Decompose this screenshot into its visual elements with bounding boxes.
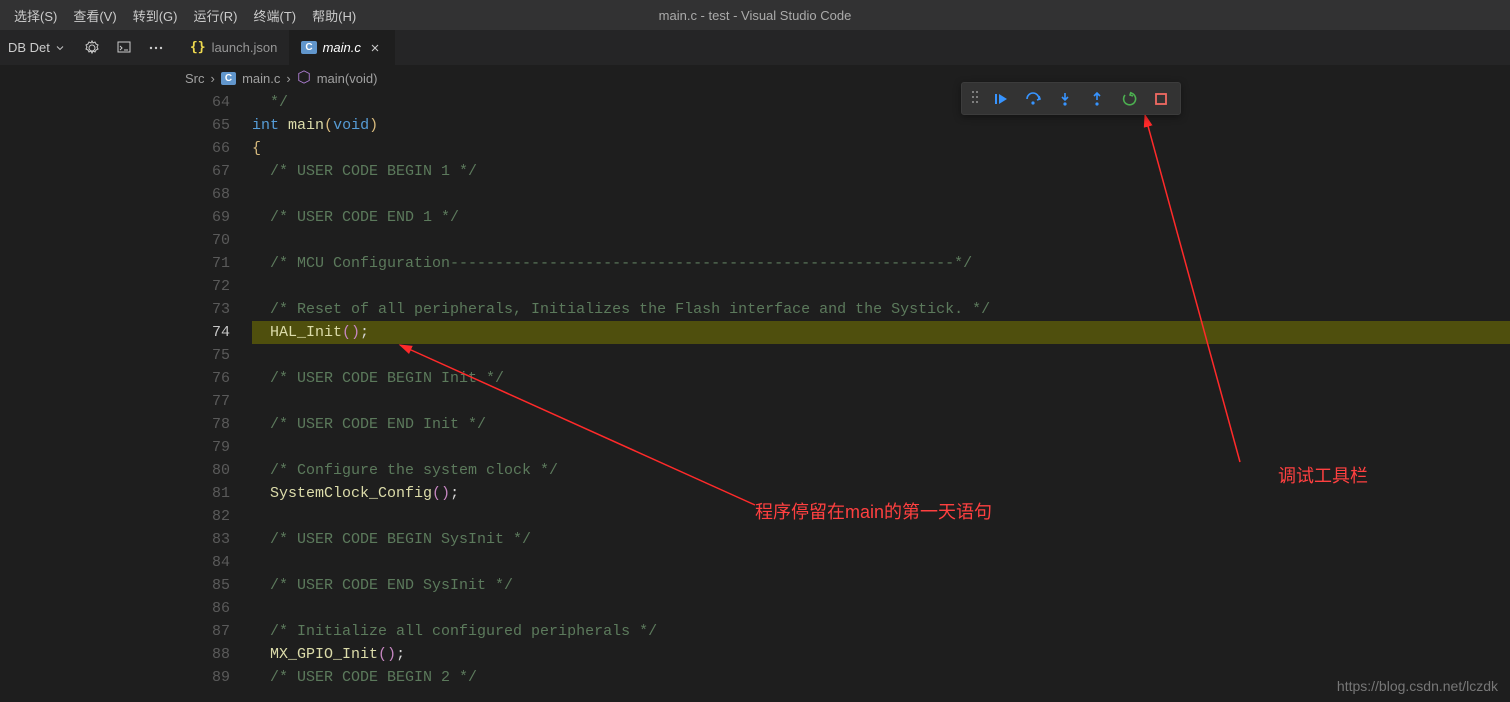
code-line[interactable]: */ — [252, 91, 1510, 114]
json-icon: {} — [190, 40, 206, 55]
menu-help[interactable]: 帮助(H) — [304, 6, 364, 25]
breadcrumb-file[interactable]: main.c — [242, 71, 280, 86]
restart-button[interactable] — [1114, 86, 1144, 112]
line-number: 70 — [0, 229, 240, 252]
line-number: 89 — [0, 666, 240, 689]
editor[interactable]: 6465666768697071727374757677787980818283… — [0, 91, 1510, 702]
code-line[interactable] — [252, 229, 1510, 252]
step-into-button[interactable] — [1050, 86, 1080, 112]
code-line[interactable]: MX_GPIO_Init(); — [252, 643, 1510, 666]
code-line[interactable] — [252, 551, 1510, 574]
watermark: https://blog.csdn.net/lczdk — [1337, 678, 1498, 694]
code-line[interactable] — [252, 390, 1510, 413]
debug-console-icon[interactable] — [110, 34, 138, 62]
c-file-icon: C — [221, 72, 236, 85]
code-line[interactable]: /* USER CODE BEGIN 1 */ — [252, 160, 1510, 183]
line-number: 86 — [0, 597, 240, 620]
line-number: 69 — [0, 206, 240, 229]
code-line[interactable]: { — [252, 137, 1510, 160]
line-number: 71 — [0, 252, 240, 275]
tab-label: main.c — [323, 40, 361, 55]
code-line[interactable] — [252, 597, 1510, 620]
continue-button[interactable] — [986, 86, 1016, 112]
close-icon[interactable] — [367, 40, 383, 56]
line-number: 68 — [0, 183, 240, 206]
code-line[interactable] — [252, 275, 1510, 298]
code-line[interactable]: /* USER CODE END 1 */ — [252, 206, 1510, 229]
code-line[interactable]: HAL_Init(); — [252, 321, 1510, 344]
menu-view[interactable]: 查看(V) — [65, 6, 124, 25]
code-line[interactable]: /* USER CODE BEGIN Init */ — [252, 367, 1510, 390]
line-number: 79 — [0, 436, 240, 459]
code-line[interactable] — [252, 183, 1510, 206]
line-number: 85 — [0, 574, 240, 597]
code-line[interactable]: int main(void) — [252, 114, 1510, 137]
menu-terminal[interactable]: 终端(T) — [246, 6, 305, 25]
line-number: 66 — [0, 137, 240, 160]
window-title: main.c - test - Visual Studio Code — [659, 8, 852, 23]
line-number: 65 — [0, 114, 240, 137]
line-number: 76 — [0, 367, 240, 390]
line-number: 87 — [0, 620, 240, 643]
gear-icon[interactable] — [78, 34, 106, 62]
breadcrumb-symbol[interactable]: main(void) — [317, 71, 378, 86]
menu-goto[interactable]: 转到(G) — [125, 6, 186, 25]
chevron-down-icon — [54, 42, 66, 54]
menubar: 选择(S) 查看(V) 转到(G) 运行(R) 终端(T) 帮助(H) main… — [0, 0, 1510, 30]
line-number: 74 — [0, 321, 240, 344]
line-number: 88 — [0, 643, 240, 666]
annotation-left: 程序停留在main的第一天语句 — [755, 498, 992, 524]
code-line[interactable]: /* USER CODE END Init */ — [252, 413, 1510, 436]
c-file-icon: C — [301, 41, 316, 54]
drag-handle-icon[interactable] — [966, 85, 984, 112]
annotation-right: 调试工具栏 — [1278, 462, 1368, 488]
code-line[interactable]: /* Reset of all peripherals, Initializes… — [252, 298, 1510, 321]
line-number: 75 — [0, 344, 240, 367]
step-out-button[interactable] — [1082, 86, 1112, 112]
tab-label: launch.json — [212, 40, 278, 55]
line-number: 84 — [0, 551, 240, 574]
code-line[interactable]: /* Initialize all configured peripherals… — [252, 620, 1510, 643]
line-number: 83 — [0, 528, 240, 551]
menu-select[interactable]: 选择(S) — [6, 6, 65, 25]
debug-config-dropdown[interactable]: DB Det — [4, 40, 70, 55]
line-number: 81 — [0, 482, 240, 505]
line-number: 73 — [0, 298, 240, 321]
menu-run[interactable]: 运行(R) — [185, 6, 245, 25]
gutter: 6465666768697071727374757677787980818283… — [0, 91, 240, 689]
line-number: 67 — [0, 160, 240, 183]
tabs: {} launch.json C main.c — [178, 30, 395, 65]
code-line[interactable]: /* USER CODE BEGIN SysInit */ — [252, 528, 1510, 551]
code-line[interactable]: /* USER CODE END SysInit */ — [252, 574, 1510, 597]
breadcrumb[interactable]: Src › C main.c › main(void) — [0, 65, 1510, 91]
code-line[interactable]: /* MCU Configuration--------------------… — [252, 252, 1510, 275]
line-number: 80 — [0, 459, 240, 482]
line-number: 64 — [0, 91, 240, 114]
line-number: 72 — [0, 275, 240, 298]
code-content[interactable]: */int main(void){ /* USER CODE BEGIN 1 *… — [252, 91, 1510, 689]
code-line[interactable]: /* USER CODE BEGIN 2 */ — [252, 666, 1510, 689]
tab-launch-json[interactable]: {} launch.json — [178, 30, 289, 65]
tab-main-c[interactable]: C main.c — [289, 30, 395, 65]
stop-button[interactable] — [1146, 86, 1176, 112]
line-number: 78 — [0, 413, 240, 436]
chevron-right-icon: › — [211, 71, 215, 86]
line-number: 77 — [0, 390, 240, 413]
breadcrumb-folder[interactable]: Src — [185, 71, 205, 86]
line-number: 82 — [0, 505, 240, 528]
chevron-right-icon: › — [286, 71, 290, 86]
debug-toolbar — [961, 82, 1181, 115]
code-line[interactable] — [252, 436, 1510, 459]
more-icon[interactable] — [142, 34, 170, 62]
toolbar: DB Det {} launch.json C main.c — [0, 30, 1510, 65]
step-over-button[interactable] — [1018, 86, 1048, 112]
symbol-method-icon — [297, 70, 311, 87]
code-line[interactable] — [252, 344, 1510, 367]
